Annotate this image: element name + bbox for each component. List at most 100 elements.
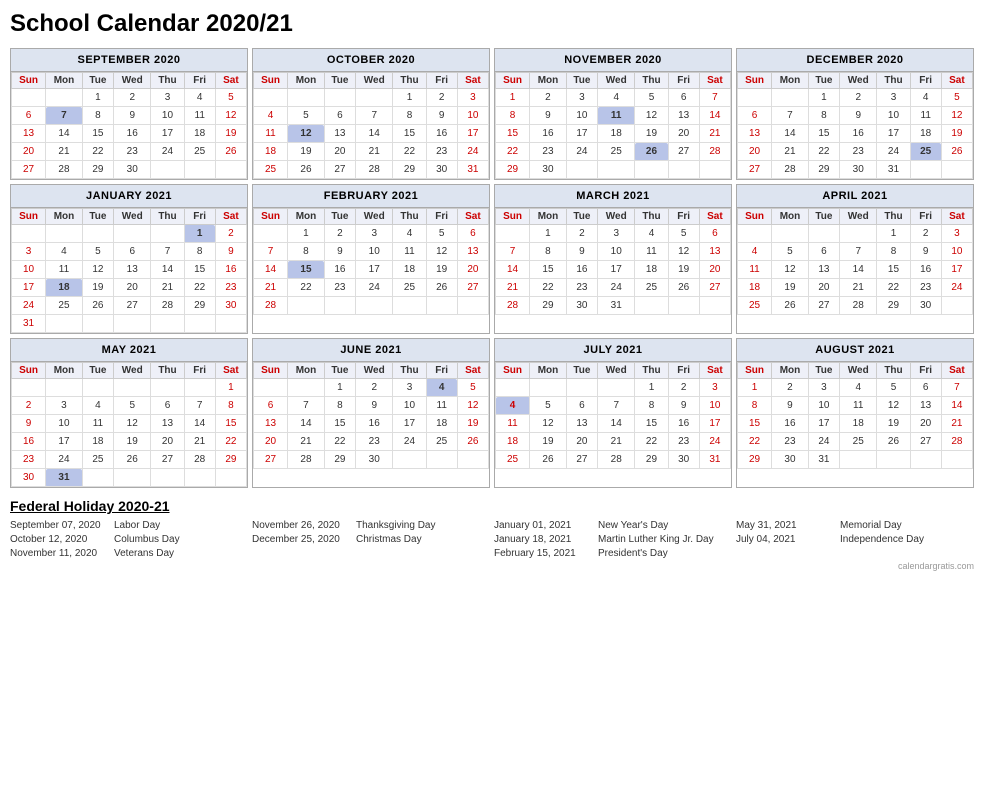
month-title-8: MAY 2021: [11, 339, 247, 362]
col-header-Sun: Sun: [12, 363, 46, 379]
day-cell: 29: [877, 297, 910, 315]
day-cell: 21: [598, 433, 635, 451]
day-cell: 2: [566, 225, 597, 243]
day-cell: 9: [668, 397, 699, 415]
day-cell: [114, 469, 151, 487]
day-cell: [254, 89, 288, 107]
col-header-Wed: Wed: [356, 209, 393, 225]
day-cell: 14: [356, 125, 393, 143]
col-header-Mon: Mon: [772, 73, 809, 89]
day-cell: 27: [699, 279, 730, 297]
day-cell: 27: [457, 279, 488, 297]
col-header-Fri: Fri: [910, 363, 941, 379]
holiday-date: September 07, 2020: [10, 520, 110, 531]
day-cell: [324, 297, 355, 315]
col-header-Sat: Sat: [457, 209, 488, 225]
day-cell: 7: [356, 107, 393, 125]
day-cell: 12: [114, 415, 151, 433]
col-header-Tue: Tue: [82, 209, 113, 225]
day-cell: 3: [566, 89, 597, 107]
col-header-Thu: Thu: [635, 363, 668, 379]
day-cell: 19: [668, 261, 699, 279]
day-cell: 27: [738, 161, 772, 179]
day-cell: [566, 161, 597, 179]
day-cell: 6: [324, 107, 355, 125]
week-row: 6789101112: [12, 107, 247, 125]
week-row: 45678910: [254, 107, 489, 125]
cal-table-5: SunMonTueWedThuFriSat1234567891011121314…: [253, 208, 489, 315]
col-header-Tue: Tue: [566, 209, 597, 225]
day-cell: 8: [808, 107, 839, 125]
col-header-Sun: Sun: [254, 209, 288, 225]
col-header-Wed: Wed: [840, 363, 877, 379]
day-cell: 18: [254, 143, 288, 161]
col-header-Tue: Tue: [82, 73, 113, 89]
day-cell: 29: [496, 161, 530, 179]
day-cell: 25: [46, 297, 83, 315]
day-cell: 15: [324, 415, 355, 433]
col-header-Sat: Sat: [457, 73, 488, 89]
week-row: 21222324252627: [254, 279, 489, 297]
week-row: 123: [254, 89, 489, 107]
week-row: 17181920212223: [12, 279, 247, 297]
day-cell: 10: [151, 107, 184, 125]
day-cell: 10: [877, 107, 910, 125]
day-cell: 26: [215, 143, 246, 161]
day-cell: [151, 469, 184, 487]
col-header-Fri: Fri: [668, 209, 699, 225]
col-header-Wed: Wed: [598, 209, 635, 225]
day-cell: 6: [699, 225, 730, 243]
week-row: 11121314151617: [496, 415, 731, 433]
day-cell: 17: [393, 415, 426, 433]
day-cell: 20: [738, 143, 772, 161]
day-cell: 16: [840, 125, 877, 143]
day-cell: 2: [114, 89, 151, 107]
day-cell: 14: [598, 415, 635, 433]
day-cell: 16: [530, 125, 567, 143]
day-cell: 4: [910, 89, 941, 107]
col-header-Sun: Sun: [738, 209, 772, 225]
holiday-name: President's Day: [598, 548, 668, 559]
day-cell: 18: [393, 261, 426, 279]
day-cell: 2: [426, 89, 457, 107]
day-cell: 24: [12, 297, 46, 315]
col-header-Sun: Sun: [12, 73, 46, 89]
day-cell: 10: [393, 397, 426, 415]
day-cell: 16: [566, 261, 597, 279]
day-cell: 21: [184, 433, 215, 451]
col-header-Wed: Wed: [114, 73, 151, 89]
col-header-Mon: Mon: [530, 363, 567, 379]
day-cell: 3: [877, 89, 910, 107]
col-header-Sun: Sun: [254, 363, 288, 379]
day-cell: 30: [12, 469, 46, 487]
col-header-Sun: Sun: [496, 363, 530, 379]
col-header-Sat: Sat: [699, 209, 730, 225]
day-cell: 5: [530, 397, 567, 415]
day-cell: 12: [82, 261, 113, 279]
day-cell: 29: [82, 161, 113, 179]
day-cell: 28: [356, 161, 393, 179]
day-cell: [877, 451, 910, 469]
week-row: 24252627282930: [12, 297, 247, 315]
day-cell: 21: [699, 125, 730, 143]
col-header-Thu: Thu: [877, 363, 910, 379]
day-cell: 12: [941, 107, 972, 125]
day-cell: 24: [46, 451, 83, 469]
day-cell: 27: [12, 161, 46, 179]
day-cell: 10: [356, 243, 393, 261]
day-cell: 19: [114, 433, 151, 451]
day-cell: 15: [82, 125, 113, 143]
day-cell: 20: [151, 433, 184, 451]
day-cell: 28: [288, 451, 325, 469]
col-header-Sat: Sat: [215, 209, 246, 225]
day-cell: [393, 297, 426, 315]
holiday-item: September 07, 2020Labor Day: [10, 520, 248, 531]
day-cell: 24: [808, 433, 839, 451]
day-cell: 3: [699, 379, 730, 397]
day-cell: 9: [530, 107, 567, 125]
col-header-Sun: Sun: [496, 209, 530, 225]
day-cell: 7: [288, 397, 325, 415]
day-cell: 24: [598, 279, 635, 297]
col-header-Tue: Tue: [566, 363, 597, 379]
holiday-name: Columbus Day: [114, 534, 180, 545]
